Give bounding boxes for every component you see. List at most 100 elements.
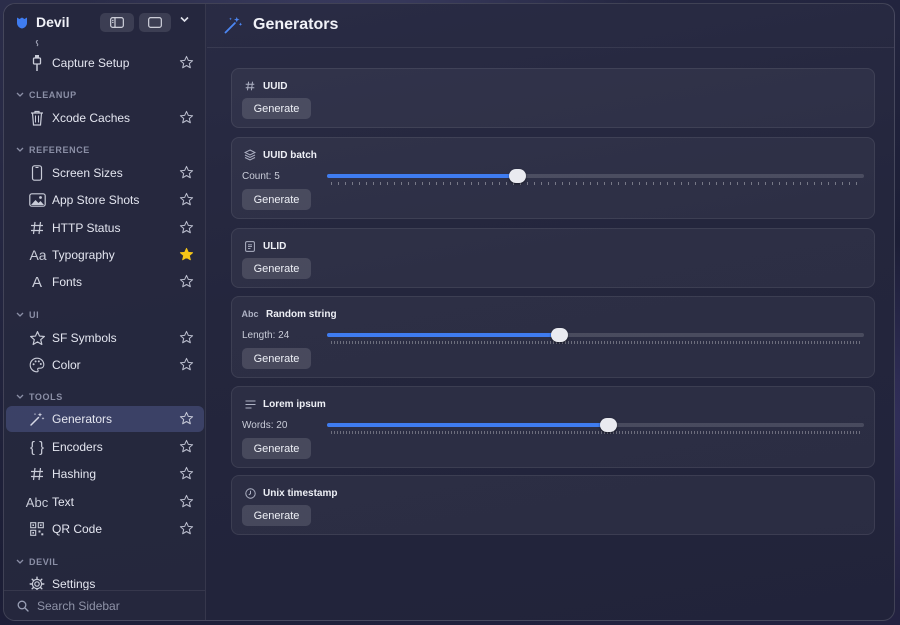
card-title: Lorem ipsum [263, 398, 326, 410]
clipped-icon: ⌇ [33, 40, 41, 49]
sidebar-item-label: Screen Sizes [52, 166, 123, 180]
sidebar: ⌇ Capture Setup CLEANUP Xcode Caches REF… [4, 4, 206, 620]
sidebar-item-capture-setup[interactable]: Capture Setup [6, 50, 204, 76]
count-label: Count: 5 [242, 171, 280, 182]
favorite-star-icon[interactable] [179, 357, 194, 372]
curly-braces-icon: { } [29, 438, 45, 456]
slider-knob[interactable] [508, 169, 526, 183]
section-header-ui[interactable]: UI [16, 310, 39, 320]
wand-sparkles-icon [28, 410, 46, 428]
search-icon [17, 600, 29, 612]
section-header-devil[interactable]: DEVIL [16, 557, 59, 567]
section-header-tools[interactable]: TOOLS [16, 392, 63, 402]
favorite-star-icon[interactable] [179, 494, 194, 509]
textformat-abc-icon: Abc [25, 494, 49, 510]
random-string-generate-button[interactable]: Generate [242, 348, 311, 369]
page-title: Generators [253, 16, 339, 33]
number-icon [28, 219, 46, 237]
section-header-reference[interactable]: REFERENCE [16, 145, 90, 155]
sidebar-item-label: SF Symbols [52, 331, 117, 345]
favorite-star-icon[interactable] [179, 165, 194, 180]
sidebar-item-generators[interactable]: Generators [6, 406, 204, 432]
favorite-star-icon[interactable] [179, 220, 194, 235]
sidebar-header: Devil [4, 4, 205, 40]
unix-timestamp-generate-button[interactable]: Generate [242, 505, 311, 526]
sidebar-item-label: Capture Setup [52, 56, 130, 70]
sidebar-item-label: Generators [52, 412, 113, 426]
sidebar-item-settings[interactable]: Settings [6, 571, 204, 590]
ulid-card: ULID Generate [231, 228, 875, 288]
sidebar-item-label: Typography [52, 248, 115, 262]
length-slider[interactable] [327, 328, 864, 344]
sidebar-item-typography[interactable]: Aa Typography [6, 242, 204, 268]
favorite-star-icon[interactable] [179, 439, 194, 454]
sidebar-item-sf-symbols[interactable]: SF Symbols [6, 325, 204, 351]
uuid-generate-button[interactable]: Generate [242, 98, 311, 119]
textformat-icon: Aa [29, 247, 47, 263]
window-mode-button[interactable] [139, 13, 171, 32]
sidebar-item-label: Fonts [52, 275, 83, 289]
card-title: UUID batch [263, 149, 317, 161]
card-title: Unix timestamp [263, 487, 338, 499]
favorite-star-icon[interactable] [179, 330, 194, 345]
sidebar-item-text[interactable]: Abc Text [6, 489, 204, 515]
gear-icon [28, 575, 46, 590]
toggle-sidebar-button[interactable] [100, 13, 134, 32]
app-window: ⌇ Capture Setup CLEANUP Xcode Caches REF… [3, 3, 895, 621]
clock-icon [243, 487, 257, 499]
wand-sparkles-icon [224, 16, 243, 34]
main-content: Generators UUID Generate UUID batch Coun… [207, 4, 894, 620]
favorite-star-icon[interactable] [179, 466, 194, 481]
favorite-star-icon[interactable] [179, 521, 194, 536]
uuid-batch-generate-button[interactable]: Generate [242, 189, 311, 210]
sidebar-item-screen-sizes[interactable]: Screen Sizes [6, 160, 204, 186]
qrcode-icon [28, 520, 46, 538]
sidebar-item-encoders[interactable]: { } Encoders [6, 434, 204, 460]
cable-connector-icon [28, 54, 46, 72]
sidebar-item-hashing[interactable]: Hashing [6, 461, 204, 487]
favorite-star-icon[interactable] [179, 411, 194, 426]
number-icon [28, 465, 46, 483]
sidebar-item-xcode-caches[interactable]: Xcode Caches [6, 105, 204, 131]
count-slider[interactable] [327, 169, 864, 185]
app-title: Devil [36, 14, 70, 30]
sidebar-item-label: App Store Shots [52, 193, 140, 207]
app-logo-icon [17, 17, 27, 28]
sidebar-item-fonts[interactable]: A Fonts [6, 269, 204, 295]
section-header-cleanup[interactable]: CLEANUP [16, 90, 77, 100]
search-placeholder: Search Sidebar [37, 598, 120, 613]
ulid-generate-button[interactable]: Generate [242, 258, 311, 279]
card-title: Random string [266, 308, 337, 320]
chevron-down-icon [16, 559, 24, 564]
favorite-star-icon[interactable] [179, 110, 194, 125]
sidebar-item-qr-code[interactable]: QR Code [6, 516, 204, 542]
sidebar-item-app-store-shots[interactable]: App Store Shots [6, 187, 204, 213]
sidebar-item-label: Xcode Caches [52, 111, 131, 125]
favorite-star-icon[interactable] [179, 192, 194, 207]
sidebar-item-label: Settings [52, 577, 96, 590]
favorite-star-filled-icon[interactable] [179, 247, 194, 262]
sidebar-item-label: Hashing [52, 467, 97, 481]
iphone-icon [28, 164, 46, 182]
layers-icon [243, 149, 257, 161]
lorem-ipsum-generate-button[interactable]: Generate [242, 438, 311, 459]
favorite-star-icon[interactable] [179, 274, 194, 289]
words-slider[interactable] [327, 418, 864, 434]
favorite-star-icon[interactable] [179, 55, 194, 70]
sidebar-list[interactable]: ⌇ Capture Setup CLEANUP Xcode Caches REF… [4, 40, 205, 590]
sidebar-item-label: Encoders [52, 440, 103, 454]
sidebar-search-field[interactable]: Search Sidebar [4, 590, 205, 620]
sidebar-item-http-status[interactable]: HTTP Status [6, 215, 204, 241]
photo-icon [28, 191, 46, 209]
text-lines-icon [243, 399, 257, 409]
chevron-down-icon[interactable] [180, 16, 189, 23]
sidebar-item-color[interactable]: Color [6, 352, 204, 378]
chevron-down-icon [16, 312, 24, 317]
unix-timestamp-card: Unix timestamp Generate [231, 475, 875, 535]
words-label: Words: 20 [242, 420, 288, 431]
rectangle-icon [148, 17, 162, 28]
slider-knob[interactable] [600, 418, 618, 432]
slider-knob[interactable] [551, 328, 569, 342]
number-icon [243, 81, 257, 91]
sidebar-item-label: QR Code [52, 522, 103, 536]
